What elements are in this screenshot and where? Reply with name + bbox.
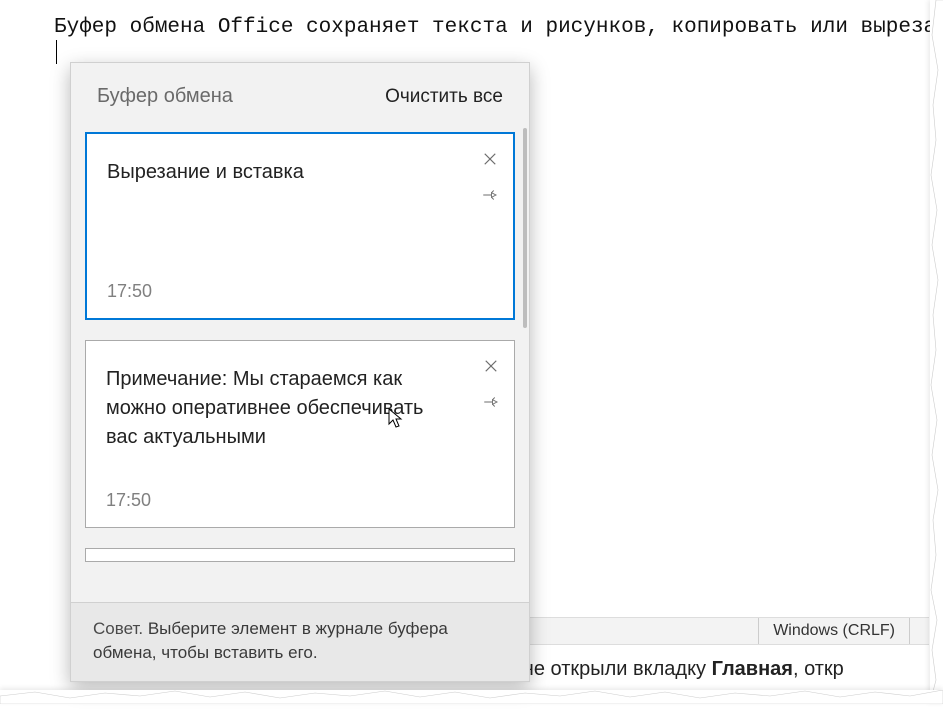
torn-edge-right (930, 0, 943, 703)
document-line: Буфер обмена Office сохраняет текста и р… (54, 16, 929, 39)
tip-text: Выберите элемент в журнале буфера обмена… (93, 619, 448, 662)
pin-icon[interactable] (481, 186, 499, 204)
status-edge (909, 618, 921, 644)
clipboard-item-peek[interactable] (85, 548, 515, 562)
scrollbar-thumb[interactable] (523, 128, 527, 328)
close-icon[interactable] (481, 150, 499, 168)
clipboard-header: Буфер обмена Очистить все (71, 63, 529, 122)
clipboard-item-actions (482, 357, 500, 411)
clipboard-items-list[interactable]: Вырезание и вставка 17:50 Примечание: Мы… (71, 122, 529, 602)
tip-label: Совет. (93, 619, 143, 638)
status-bar: Windows (CRLF) (526, 617, 929, 645)
status-encoding-label: Windows (CRLF) (773, 622, 895, 640)
clipboard-item-time: 17:50 (107, 281, 152, 302)
text-cursor (56, 40, 57, 64)
clipboard-item[interactable]: Вырезание и вставка 17:50 (85, 132, 515, 320)
bottom-text-bold: Главная (712, 658, 793, 680)
clipboard-history-popup: Буфер обмена Очистить все Вырезание и вс… (70, 62, 530, 682)
clipboard-item-text: Вырезание и вставка (107, 158, 459, 187)
pin-icon[interactable] (482, 393, 500, 411)
torn-edge-bottom (0, 690, 943, 704)
clipboard-item-time: 17:50 (106, 490, 151, 511)
clipboard-tip: Совет. Выберите элемент в журнале буфера… (71, 602, 529, 681)
bottom-text-part2: , откр (793, 658, 844, 680)
clipboard-item-actions (481, 150, 499, 204)
status-encoding[interactable]: Windows (CRLF) (758, 618, 909, 644)
close-icon[interactable] (482, 357, 500, 375)
clear-all-button[interactable]: Очистить все (385, 86, 503, 108)
clipboard-item-text: Примечание: Мы стараемся как можно опера… (106, 365, 460, 452)
clipboard-item[interactable]: Примечание: Мы стараемся как можно опера… (85, 340, 515, 528)
clipboard-title: Буфер обмена (97, 85, 233, 108)
